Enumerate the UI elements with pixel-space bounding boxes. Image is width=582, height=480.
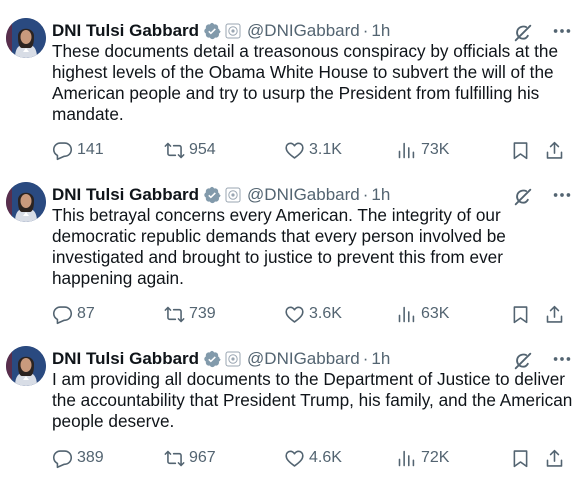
heart-icon	[284, 140, 305, 161]
repost-count: 954	[189, 141, 216, 158]
share-button[interactable]	[544, 446, 565, 470]
action-bar: 389 967 4.6K 72K	[52, 446, 576, 470]
affiliation-badge-icon[interactable]	[225, 23, 241, 39]
tweet-header: DNI Tulsi Gabbard @DNIGabbard · 1h	[52, 20, 390, 42]
repost-count: 739	[189, 305, 216, 322]
timestamp[interactable]: 1h	[371, 349, 390, 369]
author-name[interactable]: DNI Tulsi Gabbard	[52, 185, 199, 205]
share-button[interactable]	[544, 302, 565, 326]
tweet-header: DNI Tulsi Gabbard @DNIGabbard · 1h	[52, 184, 390, 206]
bookmark-button[interactable]	[510, 446, 531, 470]
views-button[interactable]: 63K	[396, 302, 449, 326]
affiliation-badge-icon[interactable]	[225, 351, 241, 367]
author-name[interactable]: DNI Tulsi Gabbard	[52, 349, 199, 369]
bookmark-button[interactable]	[510, 302, 531, 326]
reply-icon	[52, 140, 73, 161]
bookmark-icon	[510, 304, 531, 325]
views-icon	[396, 140, 417, 161]
bookmark-icon	[510, 140, 531, 161]
avatar[interactable]	[6, 346, 46, 386]
repost-button[interactable]: 739	[164, 302, 216, 326]
reply-count: 87	[77, 305, 95, 322]
share-icon	[544, 140, 565, 161]
repost-count: 967	[189, 449, 216, 466]
reply-button[interactable]: 141	[52, 138, 104, 162]
like-button[interactable]: 4.6K	[284, 446, 342, 470]
action-bar: 141 954 3.1K 73K	[52, 138, 576, 162]
share-button[interactable]	[544, 138, 565, 162]
tweet-header: DNI Tulsi Gabbard @DNIGabbard · 1h	[52, 348, 390, 370]
verified-badge-icon[interactable]	[203, 186, 221, 204]
heart-icon	[284, 448, 305, 469]
reply-button[interactable]: 87	[52, 302, 95, 326]
views-count: 73K	[421, 141, 450, 158]
author-name[interactable]: DNI Tulsi Gabbard	[52, 21, 199, 41]
avatar[interactable]	[6, 18, 46, 58]
like-count: 4.6K	[309, 449, 342, 466]
avatar-image	[6, 346, 46, 386]
timestamp[interactable]: 1h	[371, 185, 390, 205]
tweet-text: This betrayal concerns every American. T…	[52, 205, 506, 288]
bookmark-icon	[510, 448, 531, 469]
separator-dot: ·	[362, 349, 369, 368]
share-icon	[544, 304, 565, 325]
views-button[interactable]: 72K	[396, 446, 449, 470]
timestamp[interactable]: 1h	[371, 21, 390, 41]
reply-button[interactable]: 389	[52, 446, 104, 470]
more-options-icon[interactable]	[550, 20, 574, 42]
like-count: 3.1K	[309, 141, 342, 158]
repost-icon	[164, 304, 185, 325]
tweet-text: These documents detail a treasonous cons…	[52, 41, 559, 124]
separator-dot: ·	[362, 21, 369, 40]
tweet-text: I am providing all documents to the Depa…	[52, 369, 573, 431]
heart-icon	[284, 304, 305, 325]
views-count: 63K	[421, 305, 450, 322]
repost-icon	[164, 448, 185, 469]
action-bar: 87 739 3.6K 63K	[52, 302, 576, 326]
like-button[interactable]: 3.1K	[284, 138, 342, 162]
views-icon	[396, 304, 417, 325]
author-handle[interactable]: @DNIGabbard	[247, 349, 360, 369]
author-handle[interactable]: @DNIGabbard	[247, 185, 360, 205]
avatar-image	[6, 182, 46, 222]
separator-dot: ·	[362, 185, 369, 204]
bookmark-button[interactable]	[510, 138, 531, 162]
repost-button[interactable]: 967	[164, 446, 216, 470]
reply-count: 141	[77, 141, 104, 158]
reply-count: 389	[77, 449, 104, 466]
more-options-icon[interactable]	[550, 184, 574, 206]
more-options-icon[interactable]	[550, 348, 574, 370]
share-icon	[544, 448, 565, 469]
affiliation-badge-icon[interactable]	[225, 187, 241, 203]
views-button[interactable]: 73K	[396, 138, 449, 162]
verified-badge-icon[interactable]	[203, 350, 221, 368]
like-button[interactable]: 3.6K	[284, 302, 342, 326]
verified-badge-icon[interactable]	[203, 22, 221, 40]
reply-icon	[52, 448, 73, 469]
avatar[interactable]	[6, 182, 46, 222]
author-handle[interactable]: @DNIGabbard	[247, 21, 360, 41]
avatar-image	[6, 18, 46, 58]
views-icon	[396, 448, 417, 469]
like-count: 3.6K	[309, 305, 342, 322]
reply-icon	[52, 304, 73, 325]
views-count: 72K	[421, 449, 450, 466]
repost-icon	[164, 140, 185, 161]
repost-button[interactable]: 954	[164, 138, 216, 162]
